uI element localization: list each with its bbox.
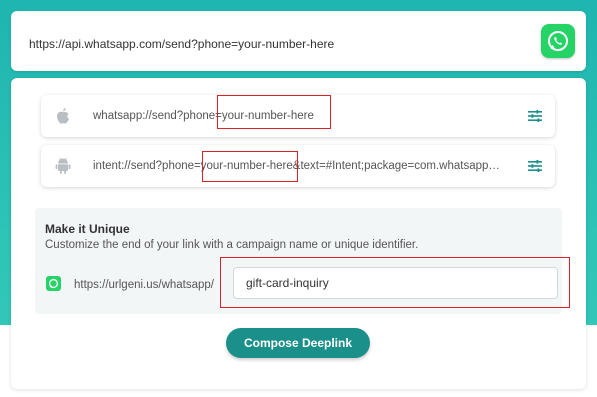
url-text: https://api.whatsapp.com/send?phone=your… bbox=[29, 37, 335, 51]
sliders-icon[interactable] bbox=[527, 158, 543, 174]
android-icon bbox=[54, 157, 72, 175]
whatsapp-small-icon bbox=[46, 276, 61, 291]
whatsapp-logo-icon bbox=[541, 24, 575, 58]
apple-icon bbox=[54, 107, 72, 125]
slug-input[interactable] bbox=[233, 267, 558, 299]
sliders-icon[interactable] bbox=[527, 108, 543, 124]
compose-deeplink-button[interactable]: Compose Deeplink bbox=[226, 328, 370, 358]
link-builder-card: whatsapp://send?phone=your-number-here i… bbox=[11, 78, 586, 389]
unique-title: Make it Unique bbox=[45, 222, 130, 236]
url-bar: https://api.whatsapp.com/send?phone=your… bbox=[11, 11, 586, 71]
make-unique-panel: Make it Unique Customize the end of your… bbox=[35, 208, 562, 314]
ios-link-text: whatsapp://send?phone=your-number-here bbox=[93, 110, 314, 122]
unique-subtitle: Customize the end of your link with a ca… bbox=[45, 239, 419, 251]
ios-link-row: whatsapp://send?phone=your-number-here bbox=[41, 95, 555, 137]
link-prefix-text: https://urlgeni.us/whatsapp/ bbox=[74, 279, 214, 291]
android-link-row: intent://send?phone=your-number-here&tex… bbox=[41, 145, 555, 187]
android-link-text: intent://send?phone=your-number-here&tex… bbox=[93, 160, 500, 172]
